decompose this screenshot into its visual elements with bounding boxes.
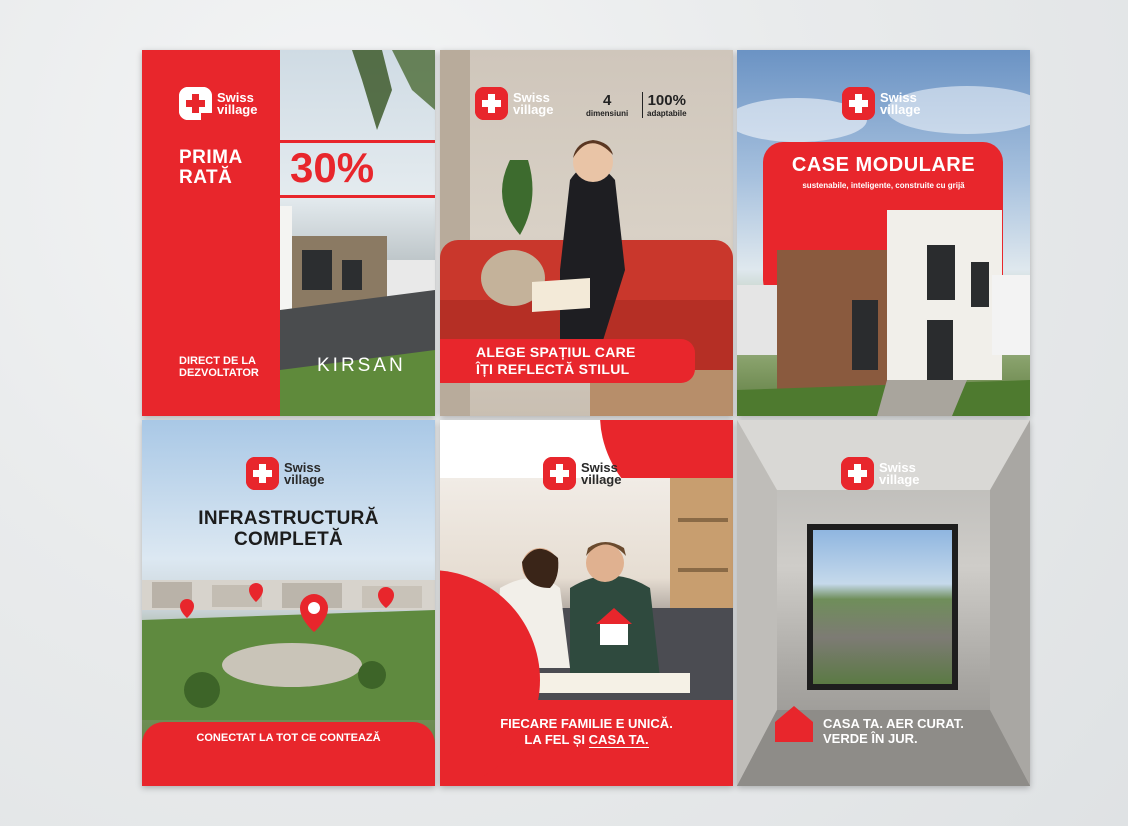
house-icon: [775, 706, 813, 742]
percent-value: 30%: [290, 144, 375, 191]
swiss-cross-icon: [179, 87, 212, 120]
brand-name-line2: village: [513, 101, 554, 117]
brand-name-line2: village: [581, 471, 622, 487]
brand-name-line2: village: [217, 101, 258, 117]
aer-curat-tagline: CASA TA. AER CURAT. VERDE ÎN JUR.: [823, 716, 964, 746]
ad-tile-aer-curat[interactable]: Swiss village CASA TA. AER CURAT. VERDE …: [737, 420, 1030, 786]
brand-logo: Swiss village: [246, 457, 324, 490]
swiss-cross-icon: [842, 87, 875, 120]
case-modulare-subtitle: sustenabile, inteligente, construite cu …: [802, 181, 965, 190]
brand-logo: Swiss village: [841, 457, 919, 490]
prima-rata-headline: PRIMA RATĂ: [179, 147, 243, 188]
panoramic-window: [807, 524, 958, 690]
style-banner: ALEGE SPAȚIUL CARE ÎȚI REFLECTĂ STILUL: [440, 339, 695, 383]
brand-logo: Swiss village: [475, 87, 553, 120]
conectat-tagline: CONECTAT LA TOT CE CONTEAZĂ: [196, 732, 381, 744]
case-modulare-title: CASE MODULARE: [791, 154, 976, 176]
ad-tile-case-modulare[interactable]: Swiss village CASE MODULARE sustenabile,…: [737, 50, 1030, 416]
ad-tile-infrastructura[interactable]: Swiss village INFRASTRUCTURĂ COMPLETĂ CO…: [142, 420, 435, 786]
ad-tile-alege-spatiul[interactable]: Swiss village 4 dimensiuni 100% adaptabi…: [440, 50, 733, 416]
window-view: [813, 530, 952, 684]
casa-ta-underlined: CASA TA.: [588, 732, 649, 748]
spec-adaptable: 100% adaptabile: [647, 92, 687, 119]
ad-grid: Swiss village PRIMA RATĂ 30% DIRECT DE L…: [142, 50, 1030, 786]
brand-logo: Swiss village: [543, 457, 621, 490]
direct-label: DIRECT DE LA DEZVOLTATOR: [179, 355, 259, 379]
partner-logo: KIRSAN: [317, 355, 406, 376]
brand-logo: Swiss village: [842, 87, 920, 120]
infrastructura-title: INFRASTRUCTURĂ COMPLETĂ: [198, 508, 379, 550]
spec-dimensions: 4 dimensiuni: [586, 92, 629, 119]
swiss-cross-icon: [841, 457, 874, 490]
ad-tile-prima-rata[interactable]: Swiss village PRIMA RATĂ 30% DIRECT DE L…: [142, 50, 435, 416]
swiss-cross-icon: [475, 87, 508, 120]
swiss-cross-icon: [246, 457, 279, 490]
brand-name-line2: village: [880, 101, 921, 117]
swiss-cross-icon: [543, 457, 576, 490]
spec-divider: [642, 92, 643, 118]
familie-tagline: FIECARE FAMILIE E UNICĂ. LA FEL ȘI CASA …: [500, 716, 673, 748]
ad-tile-familie[interactable]: Swiss village FIECARE FAMILIE E UNICĂ. L…: [440, 420, 733, 786]
brand-name-line2: village: [284, 471, 325, 487]
brand-name-line2: village: [879, 471, 920, 487]
brand-logo: Swiss village: [179, 87, 257, 120]
